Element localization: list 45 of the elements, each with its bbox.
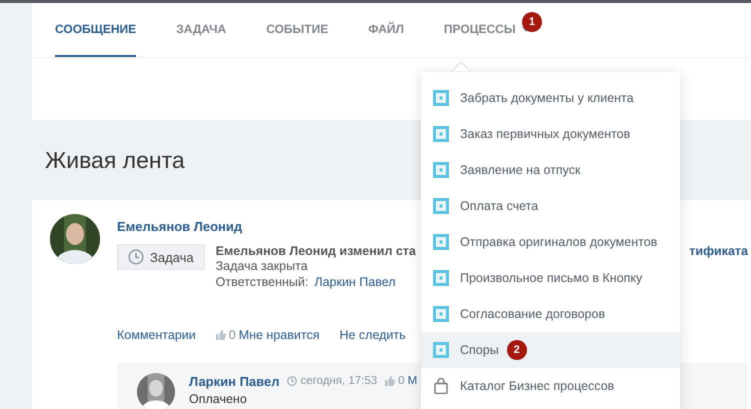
process-icon	[433, 198, 449, 214]
author-link[interactable]: Емельянов Леонид	[117, 219, 242, 234]
tab[interactable]: СОБЫТИЕ	[266, 3, 328, 57]
post-status: Задача закрыта	[216, 258, 309, 274]
menu-item[interactable]: Отправка оригиналов документов	[421, 224, 680, 260]
comment-time: сегодня, 17:53	[300, 375, 378, 387]
tab[interactable]: ФАЙЛ	[368, 3, 404, 57]
thumbs-up-icon	[385, 376, 396, 386]
menu-item[interactable]: Заявление на отпуск	[421, 152, 680, 188]
comment-text: Оплачено	[189, 392, 248, 406]
like-link[interactable]: Мне нравится	[238, 327, 320, 343]
menu-item[interactable]: Произвольное письмо в Кнопку	[421, 260, 680, 296]
tab[interactable]: ЗАДАЧА	[176, 3, 226, 57]
like-count: 0	[398, 375, 405, 387]
process-icon	[433, 270, 449, 286]
responsible-link[interactable]: Ларкин Павел	[314, 274, 396, 290]
menu-item[interactable]: Забрать документы у клиента	[421, 80, 680, 116]
action-link[interactable]: Комментарии	[117, 327, 196, 343]
like-link[interactable]: М	[408, 373, 418, 389]
certificate-link[interactable]: тификата	[689, 244, 748, 258]
menu-item[interactable]: Оплата счета	[421, 188, 680, 224]
menu-item[interactable]: Споры 2	[421, 332, 680, 368]
like-count: 0	[228, 328, 236, 342]
process-icon	[433, 126, 449, 142]
tab[interactable]: СООБЩЕНИЕ	[55, 3, 136, 57]
process-icon	[433, 234, 449, 250]
notification-badge: 1	[522, 12, 542, 32]
shopping-bag-icon	[433, 378, 449, 394]
process-icon	[433, 90, 449, 106]
action-link[interactable]: Не следить	[339, 327, 406, 343]
process-icon	[433, 342, 449, 358]
menu-item[interactable]: Заказ первичных документов	[421, 116, 680, 152]
notification-badge: 2	[506, 340, 527, 360]
post-summary: Емельянов Леонид изменил ста	[216, 244, 416, 258]
menu-item[interactable]: Согласование договоров	[421, 296, 680, 332]
clock-icon	[128, 249, 144, 265]
comment-author[interactable]: Ларкин Павел	[189, 374, 280, 388]
thumbs-up-icon	[216, 330, 226, 340]
page-title: Живая лента	[44, 146, 185, 174]
responsible-label: Ответственный:	[216, 274, 308, 290]
process-icon	[433, 306, 449, 322]
clock-icon	[287, 376, 298, 386]
task-tag[interactable]: Задача	[117, 244, 205, 270]
process-icon	[433, 162, 449, 178]
menu-item[interactable]: Каталог Бизнес процессов	[421, 368, 680, 404]
